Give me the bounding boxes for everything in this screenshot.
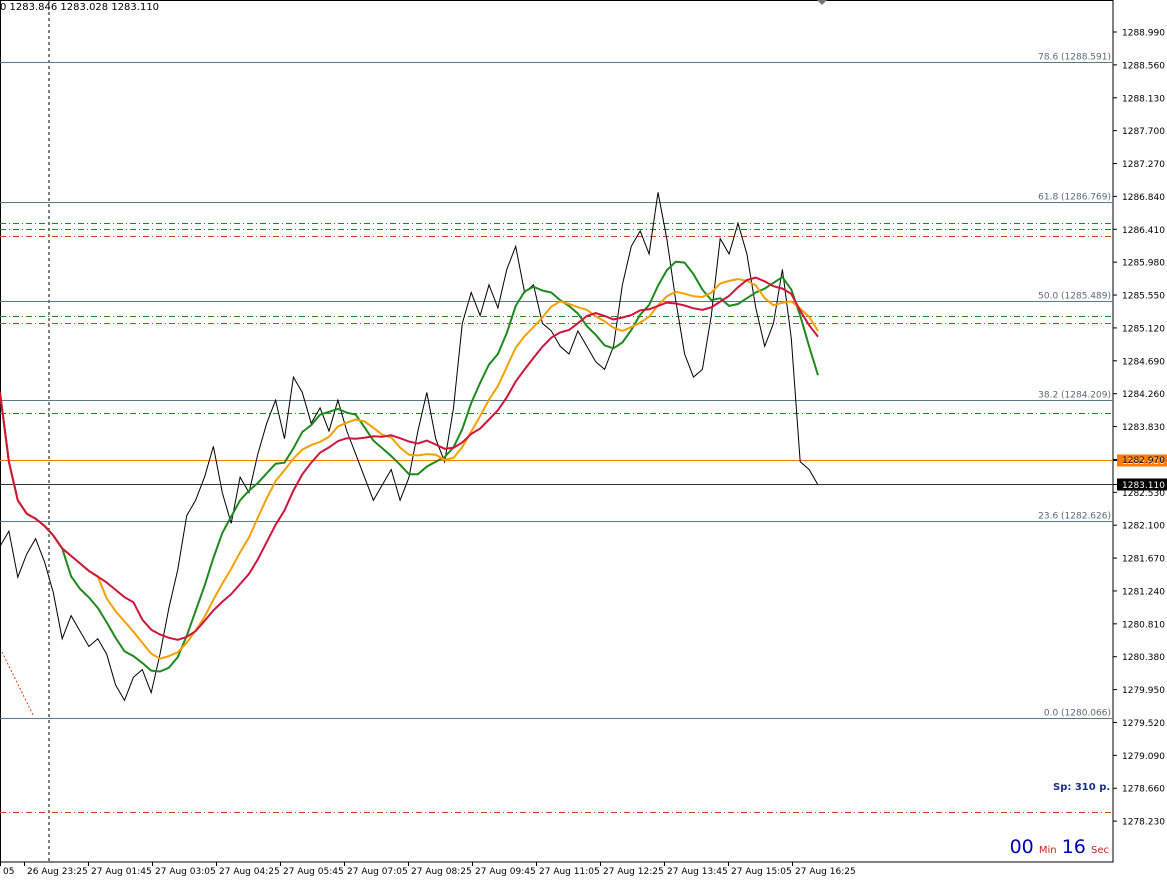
- y-tick-label-9: 1285.120: [1122, 324, 1165, 334]
- y-tick-label-16: 1282.530: [1122, 489, 1165, 499]
- y-tick-label-3: 1287.700: [1122, 127, 1165, 137]
- timer-minutes: 00: [1009, 836, 1034, 858]
- fib-label-2: 50.0 (1285.489): [1038, 292, 1111, 302]
- y-tick-label-1: 1288.560: [1122, 61, 1165, 71]
- y-tick-label-20: 1280.810: [1122, 620, 1165, 630]
- fib-label-5: 0.0 (1280.066): [1044, 709, 1111, 719]
- fib-label-1: 61.8 (1286.769): [1038, 193, 1111, 203]
- y-tick-label-25: 1278.660: [1122, 785, 1165, 795]
- spread-label: Sp: 310 p.: [1053, 782, 1111, 793]
- y-tick-label-19: 1281.240: [1122, 587, 1165, 597]
- y-tick-label-18: 1281.670: [1122, 555, 1165, 565]
- x-tick-label-1: 26 Aug 23:25: [27, 867, 88, 877]
- bar-timer: 00 Min 16 Sec: [1010, 836, 1109, 858]
- plot-frame: [0, 0, 1114, 863]
- fib-label-3: 38.2 (1284.209): [1038, 391, 1111, 401]
- ohlc-readout: 0 1283.846 1283.028 1283.110: [0, 2, 160, 13]
- y-tick-label-6: 1286.410: [1122, 226, 1165, 236]
- y-tick-label-22: 1279.950: [1122, 686, 1165, 696]
- x-tick-label-2: 27 Aug 01:45: [91, 867, 152, 877]
- series-layer: [0, 192, 819, 716]
- levels-layer: 78.6 (1288.591) 61.8 (1286.769) 50.0 (1285…: [0, 53, 1113, 813]
- chart-grid-layer: [0, 0, 1114, 863]
- y-tick-label-12: 1283.830: [1122, 423, 1165, 433]
- y-tick-label-24: 1279.090: [1122, 752, 1165, 762]
- x-tick-label-3: 27 Aug 03:05: [155, 867, 216, 877]
- y-tick-label-8: 1285.550: [1122, 292, 1165, 302]
- y-tick-label-5: 1286.840: [1122, 193, 1165, 203]
- timer-seconds: 16: [1061, 836, 1086, 858]
- fib-label-0: 78.6 (1288.591): [1038, 53, 1111, 63]
- y-tick-label-10: 1284.690: [1122, 357, 1165, 367]
- x-tick-label-10: 27 Aug 12:25: [603, 867, 664, 877]
- y-tick-label-17: 1282.100: [1122, 522, 1165, 532]
- ma-orange-line: [0, 277, 819, 660]
- y-tick-label-4: 1287.270: [1122, 160, 1165, 170]
- y-tick-label-26: 1278.230: [1122, 818, 1165, 828]
- shift-marker-icon: [817, 0, 827, 5]
- x-tick-label-4: 27 Aug 04:25: [219, 867, 280, 877]
- x-tick-label-6: 27 Aug 07:05: [347, 867, 408, 877]
- x-tick-label-11: 27 Aug 13:45: [667, 867, 728, 877]
- timer-min-unit: Min: [1038, 845, 1057, 856]
- fib-label-4: 23.6 (1282.626): [1038, 512, 1111, 522]
- axis-layer: 1288.990 1288.560 1288.130 1287.700 1287.270…: [0, 0, 1167, 877]
- x-tick-label-5: 27 Aug 05:45: [283, 867, 344, 877]
- y-tick-label-0: 1288.990: [1122, 29, 1165, 39]
- x-tick-label-0: 05: [3, 867, 14, 877]
- y-tick-label-21: 1280.380: [1122, 653, 1165, 663]
- x-tick-label-7: 27 Aug 08:25: [411, 867, 472, 877]
- y-tick-label-7: 1285.980: [1122, 259, 1165, 269]
- x-tick-label-12: 27 Aug 15:05: [731, 867, 792, 877]
- ma-red-line: [0, 276, 819, 641]
- trend-fragment: [1, 651, 34, 716]
- y-tick-label-2: 1288.130: [1122, 94, 1165, 104]
- timer-sec-unit: Sec: [1091, 845, 1109, 856]
- y-tick-label-11: 1284.260: [1122, 390, 1165, 400]
- price-line: [0, 192, 819, 702]
- y-tick-label-15: 1282.970: [1122, 456, 1165, 466]
- price-chart[interactable]: 78.6 (1288.591) 61.8 (1286.769) 50.0 (1285…: [0, 0, 1167, 881]
- x-tick-label-8: 27 Aug 09:45: [475, 867, 536, 877]
- y-tick-label-23: 1279.520: [1122, 719, 1165, 729]
- x-tick-label-9: 27 Aug 11:05: [539, 867, 600, 877]
- x-tick-label-13: 27 Aug 16:25: [795, 867, 856, 877]
